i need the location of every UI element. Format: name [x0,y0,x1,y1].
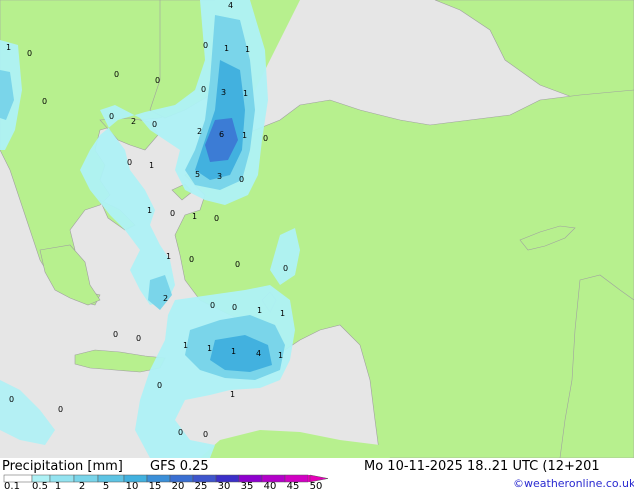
map-title: Precipitation [mm] [2,459,123,474]
value-label: 0 [283,264,288,273]
value-label: 5 [195,170,200,179]
color-scale-swatch [73,474,99,483]
map-footer: Precipitation [mm] GFS 0.25 Mo 10-11-202… [0,458,634,492]
value-label: 1 [242,131,247,140]
color-scale-tick: 30 [217,481,231,492]
value-label: 3 [217,172,222,181]
value-label: 0 [109,112,114,121]
value-label: 0 [178,428,183,437]
value-label: 1 [278,351,283,360]
color-scale-tick: 0.5 [32,481,48,492]
color-scale-swatch [49,474,75,483]
value-label: 1 [183,341,188,350]
precipitation-map: 4 1 0 0 1 1 0 0 0 3 1 0 2 0 0 2 6 1 0 0 … [0,0,634,459]
value-label: 1 [6,43,11,52]
value-label: 0 [58,405,63,414]
value-label: 0 [235,260,240,269]
value-label: 4 [228,1,233,10]
value-label: 0 [201,85,206,94]
value-label: 0 [210,301,215,310]
value-label: 0 [239,175,244,184]
valid-time: Mo 10-11-2025 18..21 UTC (12+201 [364,459,600,474]
value-label: 1 [243,89,248,98]
value-label: 0 [27,49,32,58]
value-label: 0 [9,395,14,404]
value-label: 2 [163,294,168,303]
value-label: 1 [231,347,236,356]
color-scale-tick: 50 [309,481,323,492]
model-name: GFS 0.25 [150,459,209,474]
value-label: 0 [127,158,132,167]
value-label: 1 [147,206,152,215]
value-label: 3 [221,88,226,97]
credit-text: ©weatheronline.co.uk [513,477,634,490]
value-label: 1 [207,344,212,353]
value-label: 0 [136,334,141,343]
value-label: 0 [170,209,175,218]
color-scale-tick: 45 [286,481,300,492]
value-label: 6 [219,130,224,139]
value-label: 1 [149,161,154,170]
value-label: 0 [113,330,118,339]
color-scale-tick: 1 [54,481,62,492]
value-label: 1 [230,390,235,399]
value-label: 0 [42,97,47,106]
color-scale-tick: 20 [171,481,185,492]
value-label: 0 [114,70,119,79]
value-label: 4 [256,349,261,358]
color-scale-tick: 5 [102,481,110,492]
color-scale-tick: 10 [125,481,139,492]
value-label: 1 [224,44,229,53]
value-label: 2 [197,127,202,136]
value-label: 1 [245,45,250,54]
color-scale-tick: 35 [240,481,254,492]
color-scale-tick: 40 [263,481,277,492]
value-label: 0 [189,255,194,264]
value-label: 0 [152,120,157,129]
value-label: 0 [155,76,160,85]
color-scale-tick: 15 [148,481,162,492]
value-label: 1 [166,252,171,261]
value-label: 1 [257,306,262,315]
value-label: 0 [263,134,268,143]
value-label: 0 [157,381,162,390]
value-label: 2 [131,117,136,126]
value-label: 1 [192,212,197,221]
color-scale-tick: 25 [194,481,208,492]
value-label: 0 [214,214,219,223]
value-label: 0 [203,430,208,439]
value-label: 1 [280,309,285,318]
value-label: 0 [232,303,237,312]
value-label: 0 [203,41,208,50]
color-scale-tick: 2 [78,481,86,492]
color-scale-tick: 0.1 [4,481,20,492]
